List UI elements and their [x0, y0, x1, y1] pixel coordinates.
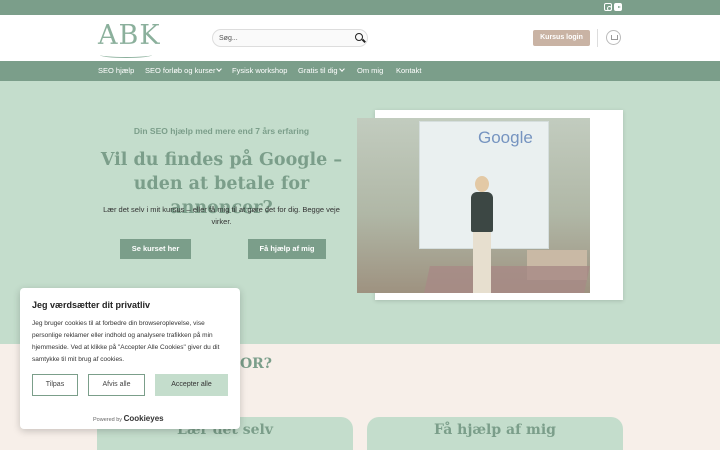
cookie-accept-button[interactable]: Accepter alle	[155, 374, 228, 396]
hero-kicker: Din SEO hjælp med mere end 7 års erfarin…	[133, 126, 310, 136]
nav-item-fysisk-workshop[interactable]: Fysisk workshop	[232, 66, 287, 75]
main-nav: SEO hjælp SEO forløb og kurser Fysisk wo…	[0, 61, 720, 81]
top-bar	[0, 0, 720, 15]
nav-item-gratis[interactable]: Gratis til dig	[298, 66, 345, 75]
nav-label: Om mig	[357, 66, 384, 75]
cookie-customize-button[interactable]: Tilpas	[32, 374, 78, 396]
nav-item-om-mig[interactable]: Om mig	[357, 66, 383, 75]
card-title: Få hjælp af mig	[434, 422, 556, 438]
chevron-down-icon	[216, 66, 223, 72]
logo-swash	[100, 52, 152, 58]
cookie-banner: Jeg værdsætter dit privatliv Jeg bruger …	[20, 288, 240, 429]
search-bar	[212, 29, 368, 47]
nav-label: SEO hjælp	[98, 66, 135, 75]
see-course-button[interactable]: Se kurset her	[120, 239, 191, 259]
cookieyes-logo[interactable]: Cookieyes	[124, 414, 164, 423]
nav-label: Kontakt	[396, 66, 422, 75]
photo-rug	[424, 266, 590, 293]
hero-lead: Lær det selv i mit kursus – eller få mig…	[103, 205, 340, 226]
logo[interactable]: ABK	[98, 20, 161, 51]
nav-label: SEO forløb og kurser	[145, 66, 216, 75]
search-input[interactable]	[219, 32, 344, 45]
photo-person	[465, 176, 499, 293]
person-legs	[473, 232, 491, 293]
powered-prefix: Powered by	[93, 417, 123, 423]
nav-item-seo-hjaelp[interactable]: SEO hjælp	[98, 66, 134, 75]
nav-item-seo-forloeb[interactable]: SEO forløb og kurser	[145, 66, 223, 75]
person-head	[475, 176, 489, 192]
cookie-reject-button[interactable]: Afvis alle	[88, 374, 145, 396]
search-icon[interactable]	[355, 33, 363, 41]
nav-label: Fysisk workshop	[232, 66, 288, 75]
header-divider	[597, 29, 598, 47]
powered-by: Powered by Cookieyes	[93, 414, 164, 423]
get-help-button[interactable]: Få hjælp af mig	[248, 239, 326, 259]
chevron-down-icon	[338, 66, 345, 72]
cart-icon[interactable]	[606, 30, 621, 45]
instagram-icon[interactable]	[604, 3, 612, 11]
course-login-button[interactable]: Kursus login	[533, 30, 590, 46]
hero-photo: Google	[357, 118, 590, 293]
site-header: ABK Kursus login	[0, 15, 720, 61]
nav-item-kontakt[interactable]: Kontakt	[396, 66, 421, 75]
card-get-help[interactable]: Få hjælp af mig	[367, 417, 623, 450]
google-logo-text: Google	[478, 128, 533, 147]
person-body	[471, 192, 493, 232]
cookie-text: Jeg bruger cookies til at forbedre din b…	[32, 320, 220, 363]
cookie-title: Jeg værdsætter dit privatliv	[32, 300, 151, 310]
nav-label: Gratis til dig	[298, 66, 338, 75]
youtube-icon[interactable]	[614, 3, 622, 11]
